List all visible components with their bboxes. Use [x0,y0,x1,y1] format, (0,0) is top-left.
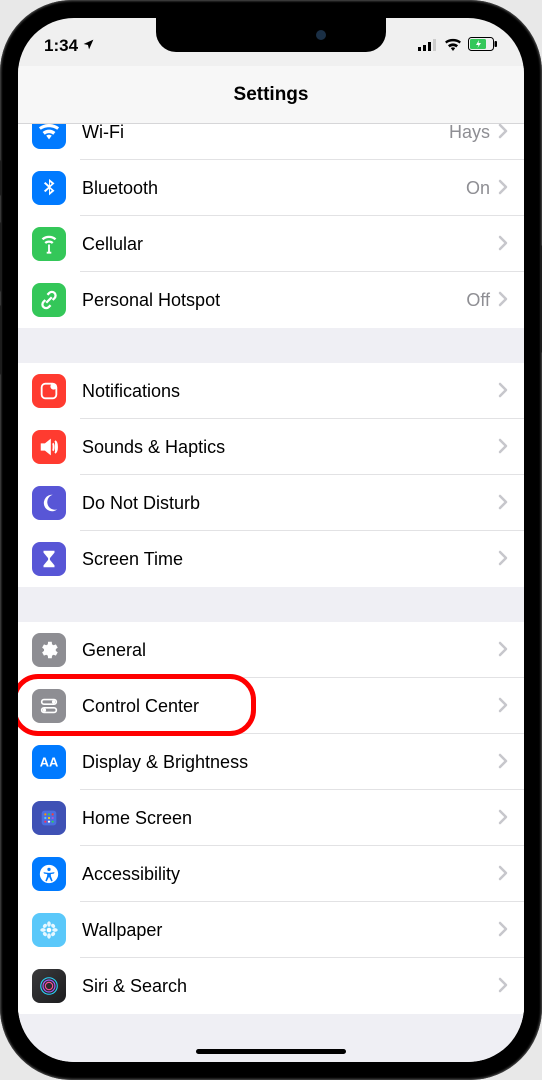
row-display[interactable]: Display & Brightness [18,734,524,790]
control-icon [32,689,66,723]
phone-frame: 1:34 [0,0,542,1080]
settings-group-0: Wi-FiHaysBluetoothOnCellularPersonal Hot… [18,124,524,328]
row-label: Sounds & Haptics [82,437,498,458]
dnd-icon [32,486,66,520]
chevron-right-icon [498,637,508,663]
chevron-right-icon [498,693,508,719]
row-control[interactable]: Control Center [18,678,524,734]
chevron-right-icon [498,805,508,831]
sounds-icon [32,430,66,464]
mute-switch[interactable] [0,160,1,196]
general-icon [32,633,66,667]
row-label: Screen Time [82,549,498,570]
settings-list[interactable]: Wi-FiHaysBluetoothOnCellularPersonal Hot… [18,124,524,1062]
wifi-icon [32,124,66,149]
row-label: General [82,640,498,661]
status-right [418,36,498,56]
bluetooth-icon [32,171,66,205]
chevron-right-icon [498,973,508,999]
chevron-right-icon [498,287,508,313]
chevron-right-icon [498,546,508,572]
settings-group-2: General Control Center Display & Brightnes… [18,622,524,1014]
row-label: Wallpaper [82,920,498,941]
row-homescreen[interactable]: Home Screen [18,790,524,846]
row-label: Display & Brightness [82,752,498,773]
cellular-icon [32,227,66,261]
status-time: 1:34 [44,36,78,56]
row-label: Siri & Search [82,976,498,997]
row-label: Notifications [82,381,498,402]
accessibility-icon [32,857,66,891]
row-value: Off [466,290,490,311]
row-accessibility[interactable]: Accessibility [18,846,524,902]
chevron-right-icon [498,378,508,404]
row-sounds[interactable]: Sounds & Haptics [18,419,524,475]
row-bluetooth[interactable]: BluetoothOn [18,160,524,216]
screentime-icon [32,542,66,576]
row-label: Control Center [82,696,498,717]
notifications-icon [32,374,66,408]
volume-up-button[interactable] [0,222,1,292]
chevron-right-icon [498,231,508,257]
volume-down-button[interactable] [0,305,1,375]
chevron-right-icon [498,749,508,775]
row-hotspot[interactable]: Personal HotspotOff [18,272,524,328]
header: Settings [18,66,524,124]
chevron-right-icon [498,434,508,460]
row-dnd[interactable]: Do Not Disturb [18,475,524,531]
status-left: 1:34 [44,36,95,56]
wallpaper-icon [32,913,66,947]
row-label: Do Not Disturb [82,493,498,514]
row-label: Bluetooth [82,178,466,199]
page-title: Settings [234,84,309,106]
battery-icon [468,36,498,56]
notch [156,18,386,52]
row-value: Hays [449,124,490,143]
display-icon [32,745,66,779]
row-label: Accessibility [82,864,498,885]
wifi-status-icon [444,36,462,56]
siri-icon [32,969,66,1003]
hotspot-icon [32,283,66,317]
row-value: On [466,178,490,199]
row-cellular[interactable]: Cellular [18,216,524,272]
location-arrow-icon [82,36,95,56]
chevron-right-icon [498,490,508,516]
row-siri[interactable]: Siri & Search [18,958,524,1014]
home-indicator[interactable] [196,1049,346,1054]
chevron-right-icon [498,175,508,201]
chevron-right-icon [498,861,508,887]
row-label: Personal Hotspot [82,290,466,311]
settings-group-1: Notifications Sounds & Haptics Do Not Dist… [18,363,524,587]
screen: 1:34 [18,18,524,1062]
row-general[interactable]: General [18,622,524,678]
row-screentime[interactable]: Screen Time [18,531,524,587]
row-label: Cellular [82,234,498,255]
cell-signal-icon [418,36,438,56]
row-wifi[interactable]: Wi-FiHays [18,124,524,160]
homescreen-icon [32,801,66,835]
chevron-right-icon [498,124,508,145]
row-wallpaper[interactable]: Wallpaper [18,902,524,958]
row-notifications[interactable]: Notifications [18,363,524,419]
chevron-right-icon [498,917,508,943]
row-label: Home Screen [82,808,498,829]
row-label: Wi-Fi [82,124,449,143]
